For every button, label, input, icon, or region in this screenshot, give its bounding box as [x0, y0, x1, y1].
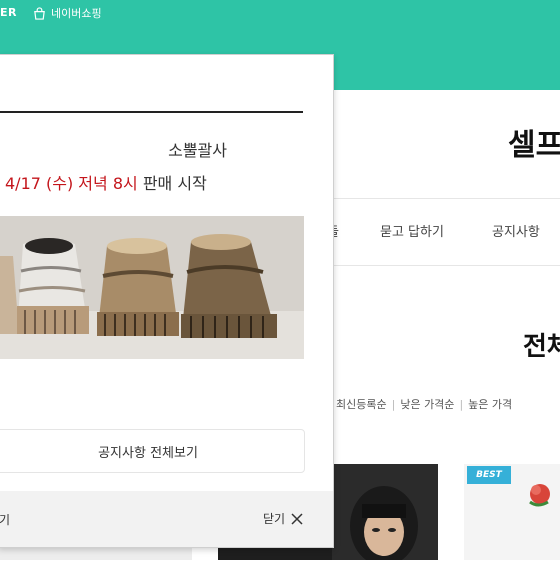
popup-divider [0, 111, 303, 113]
sort-newest[interactable]: 최신등록순 [336, 398, 387, 411]
product-thumbnail[interactable] [332, 464, 438, 560]
shopping-bag-icon [34, 6, 45, 20]
sort-divider: | [459, 398, 464, 411]
best-badge: BEST [467, 466, 511, 484]
nav-item-qna[interactable]: 묻고 답하기 [380, 221, 444, 240]
product-photo [0, 216, 304, 359]
popup-close-button[interactable]: 닫기 [263, 510, 303, 527]
sale-date-rest: 판매 시작 [142, 174, 207, 193]
close-label: 닫기 [263, 512, 286, 526]
view-all-notices-button[interactable]: 공지사항 전체보기 [0, 429, 305, 473]
popup-subtitle: 소뿔괄사 [168, 141, 227, 160]
brand-label[interactable]: ER [0, 6, 17, 19]
popup-footer: 기 닫기 [0, 491, 333, 547]
product-photo [332, 464, 438, 560]
store-title: 셀프 [508, 128, 560, 163]
sort-options: 최신등록순 | 낮은 가격순 | 높은 가격 [336, 396, 512, 412]
close-icon [291, 512, 303, 525]
naver-shopping-link[interactable]: 네이버쇼핑 [33, 5, 102, 21]
shopping-label: 네이버쇼핑 [51, 7, 102, 20]
sale-date-highlight: 4/17 (수) 저녁 8시 [5, 174, 138, 193]
sort-high-price[interactable]: 높은 가격 [468, 398, 512, 411]
hide-today-label[interactable]: 기 [0, 511, 10, 528]
notice-popup: 소뿔괄사 4/17 (수) 저녁 8시 판매 시작 공지사항 전체보기 기 닫기 [0, 54, 334, 548]
main-nav: 들 묻고 답하기 공지사항 [320, 198, 560, 266]
sort-divider: | [391, 398, 396, 411]
sort-low-price[interactable]: 낮은 가격순 [400, 398, 454, 411]
nav-item-notice[interactable]: 공지사항 [492, 221, 540, 240]
section-title: 전체 [523, 332, 560, 362]
popup-sale-date: 4/17 (수) 저녁 8시 판매 시작 [5, 170, 207, 194]
